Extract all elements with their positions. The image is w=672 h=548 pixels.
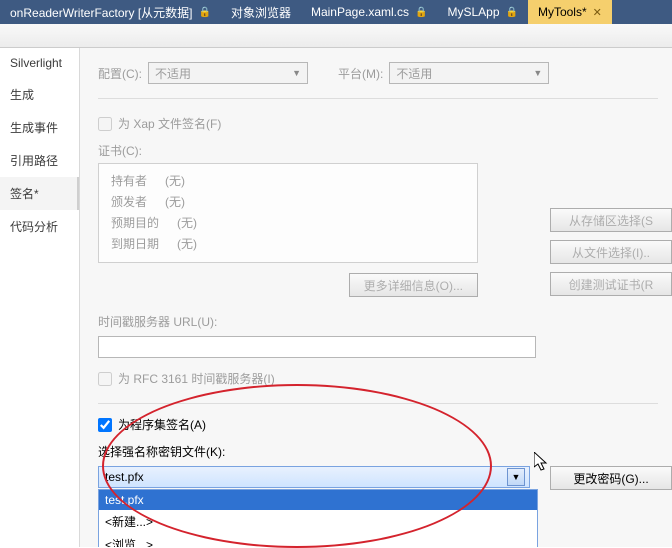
chevron-down-icon: ▼ [292,68,301,78]
sign-assembly-label: 为程序集签名(A) [118,416,206,433]
keyfile-dropdown-list: test.pfx <新建...> <浏览...> [98,489,538,547]
cert-issuer-k: 颁发者 [111,193,147,210]
rfc-label: 为 RFC 3161 时间戳服务器(I) [118,370,275,387]
document-tabs: onReaderWriterFactory [从元数据]🔒 对象浏览器 Main… [0,0,672,24]
property-page-tabs: Silverlight 生成 生成事件 引用路径 签名* 代码分析 [0,48,80,547]
cert-box: 持有者 (无) 颁发者 (无) 预期目的 (无) 到期日期 (无) [98,163,478,263]
tab-myslapp[interactable]: MySLApp🔒 [437,0,527,24]
cert-label: 证书(C): [98,142,672,159]
cert-purpose-v: (无) [177,214,197,231]
ts-url-input [98,336,536,358]
sign-assembly-checkbox[interactable] [98,418,112,432]
sign-xap-checkbox [98,117,112,131]
keyfile-selected: test.pfx [105,470,144,484]
cert-purpose-k: 预期目的 [111,214,159,231]
toolbar [0,24,672,48]
tab-mainpage[interactable]: MainPage.xaml.cs🔒 [301,0,438,24]
platform-dropdown: 不适用▼ [389,62,549,84]
sign-xap-label: 为 Xap 文件签名(F) [118,115,221,132]
tab-mytools[interactable]: MyTools*✕ [528,0,612,24]
tab-readerwriter[interactable]: onReaderWriterFactory [从元数据]🔒 [0,0,221,24]
chevron-down-icon[interactable]: ▼ [507,468,525,486]
tab-object-browser[interactable]: 对象浏览器 [221,0,301,24]
side-build[interactable]: 生成 [0,78,79,111]
keyfile-label: 选择强名称密钥文件(K): [98,443,672,460]
keyfile-dropdown[interactable]: test.pfx ▼ test.pfx <新建...> <浏览...> [98,466,530,488]
side-silverlight[interactable]: Silverlight [0,48,79,78]
side-ref-paths[interactable]: 引用路径 [0,144,79,177]
config-dropdown: 不适用▼ [148,62,308,84]
keyfile-option-new[interactable]: <新建...> [99,510,537,533]
lock-icon: 🔒 [415,7,427,18]
lock-icon: 🔒 [199,7,211,18]
side-code-analysis[interactable]: 代码分析 [0,210,79,243]
ts-url-label: 时间戳服务器 URL(U): [98,313,672,330]
keyfile-option[interactable]: test.pfx [99,490,537,510]
config-label: 配置(C): [98,65,142,82]
change-password-button[interactable]: 更改密码(G)... [550,466,672,490]
cert-expire-v: (无) [177,235,197,252]
cert-holder-k: 持有者 [111,172,147,189]
cert-issuer-v: (无) [165,193,185,210]
cert-expire-k: 到期日期 [111,235,159,252]
create-test-cert-button: 创建测试证书(R [550,272,672,296]
platform-label: 平台(M): [338,65,383,82]
close-icon[interactable]: ✕ [593,6,602,19]
cert-holder-v: (无) [165,172,185,189]
signing-page: 配置(C): 不适用▼ 平台(M): 不适用▼ 为 Xap 文件签名(F) 证书… [80,48,672,547]
more-info-button: 更多详细信息(O)... [349,273,478,297]
keyfile-option-browse[interactable]: <浏览...> [99,533,537,547]
lock-icon: 🔒 [506,7,518,18]
select-from-store-button: 从存储区选择(S [550,208,672,232]
side-signing[interactable]: 签名* [0,177,79,210]
select-from-file-button: 从文件选择(I).. [550,240,672,264]
side-build-events[interactable]: 生成事件 [0,111,79,144]
rfc-checkbox [98,372,112,386]
chevron-down-icon: ▼ [533,68,542,78]
